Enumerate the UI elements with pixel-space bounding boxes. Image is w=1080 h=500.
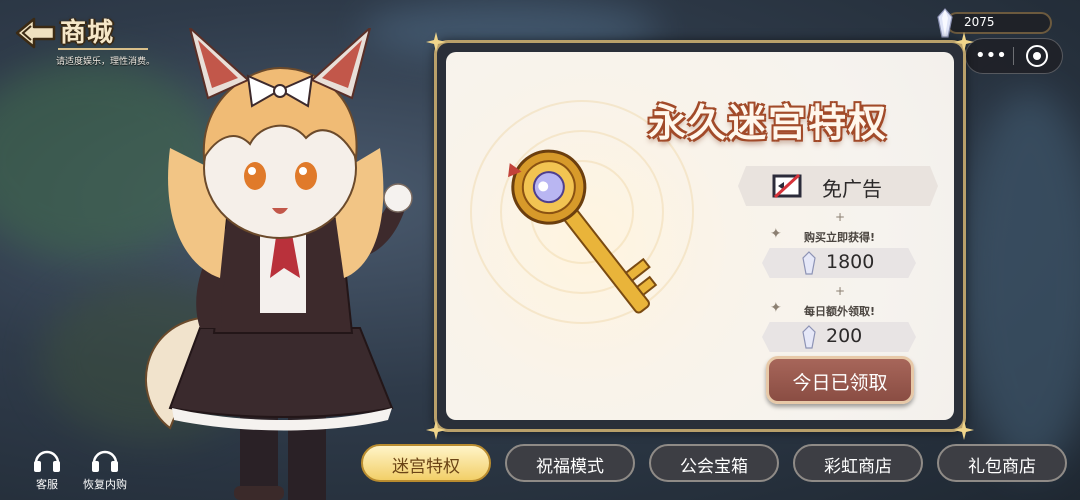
sparkle-icon: ✦ [770, 300, 782, 316]
plus-sign: + [835, 210, 846, 224]
headset-icon [34, 450, 60, 472]
no-ads-label: 免广告 [822, 177, 882, 201]
instant-reward-value: 1800 [826, 251, 875, 273]
customer-service-button[interactable]: 客服 [22, 446, 72, 492]
no-ads-icon [772, 173, 802, 199]
claimed-today-label: 今日已领取 [792, 372, 888, 394]
instant-reward-label: 购买立即获得! [804, 231, 876, 244]
daily-reward-label: 每日额外领取! [804, 305, 876, 318]
headset-icon [92, 450, 118, 472]
back-arrow-icon[interactable] [14, 16, 58, 50]
sparkle-icon: ✦ [770, 226, 782, 242]
tab-blessing-mode-label: 祝福模式 [536, 457, 604, 477]
corner-sparkle-icon [426, 420, 446, 440]
corner-sparkle-icon [954, 32, 974, 52]
crystal-icon [802, 325, 816, 349]
capsule-divider [1013, 47, 1014, 65]
corner-sparkle-icon [954, 420, 974, 440]
currency-display [946, 12, 1052, 34]
crystal-icon [937, 8, 953, 38]
plus-sign: + [835, 284, 846, 298]
daily-reward-value: 200 [826, 325, 863, 347]
tab-guild-chest-label: 公会宝箱 [680, 457, 748, 477]
tab-rainbow-shop-label: 彩虹商店 [824, 457, 892, 477]
background-blot [960, 90, 1080, 470]
restore-purchase-button[interactable]: 恢复内购 [80, 446, 130, 492]
tab-gift-shop-label: 礼包商店 [968, 457, 1036, 477]
tab-maze-privilege-label: 迷宫特权 [392, 457, 460, 477]
currency-amount: 2075 [964, 15, 995, 29]
golden-key-icon [508, 149, 658, 314]
mascot-character [145, 28, 413, 500]
privilege-title: 永久迷宫特权 [648, 101, 889, 145]
crystal-icon [802, 251, 816, 275]
customer-service-label: 客服 [36, 478, 58, 491]
close-mini-program-icon[interactable] [1026, 45, 1048, 67]
corner-sparkle-icon [426, 32, 446, 52]
restore-purchase-label: 恢复内购 [83, 478, 127, 491]
more-menu-icon[interactable]: ••• [975, 46, 1007, 66]
page-title: 商城 [60, 18, 115, 48]
